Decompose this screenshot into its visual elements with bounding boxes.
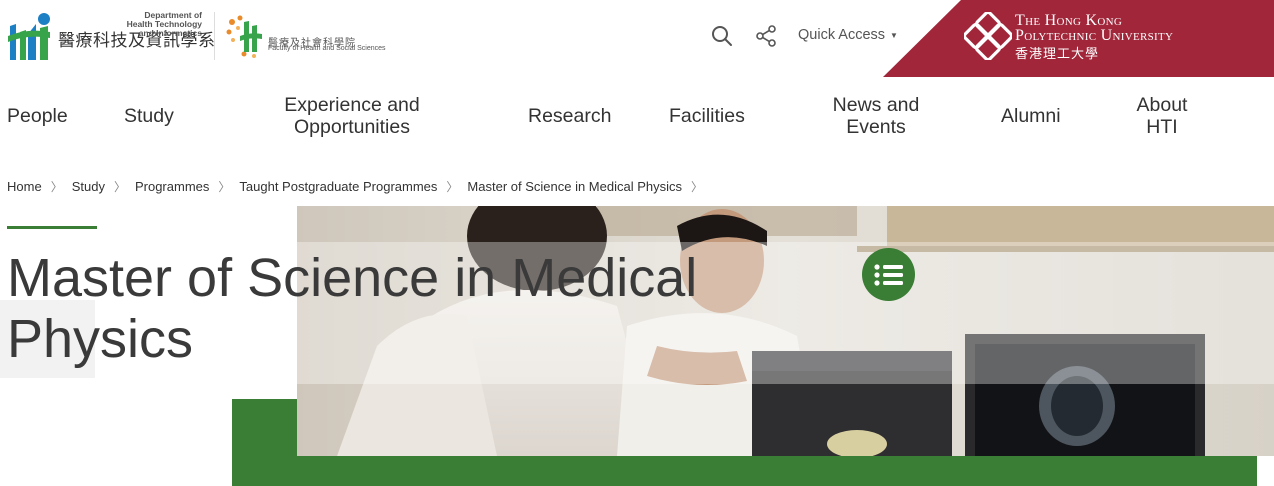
polyu-emblem-icon[interactable]	[964, 12, 1012, 60]
nav-item-alumni[interactable]: Alumni	[1001, 105, 1061, 127]
nav-item-study[interactable]: Study	[124, 105, 174, 127]
quick-access-menu[interactable]: Quick Access ▼	[798, 27, 898, 43]
logo-divider	[214, 12, 215, 60]
faculty-logo-icon[interactable]	[224, 12, 264, 60]
nav-item-research[interactable]: Research	[528, 105, 611, 127]
breadcrumb-study[interactable]: Study	[72, 179, 105, 194]
nav-item-news-and-events[interactable]: News and Events	[820, 94, 932, 138]
chevron-right-icon: 〉	[218, 180, 231, 194]
quick-access-label: Quick Access	[798, 27, 886, 43]
nav-item-people[interactable]: People	[7, 105, 68, 127]
nav-item-facilities[interactable]: Facilities	[669, 105, 745, 127]
breadcrumb-taught-postgraduate[interactable]: Taught Postgraduate Programmes	[239, 179, 437, 194]
breadcrumb-programmes[interactable]: Programmes	[135, 179, 209, 194]
faculty-name-english: Faculty of Health and Social Sciences	[268, 45, 386, 52]
breadcrumb: Home 〉 Study 〉 Programmes 〉 Taught Postg…	[7, 178, 712, 195]
page-title: Master of Science in Medical Physics	[7, 248, 698, 369]
caret-down-icon: ▼	[890, 30, 898, 40]
search-icon[interactable]	[711, 25, 733, 47]
chevron-right-icon: 〉	[113, 180, 126, 194]
list-icon	[873, 263, 903, 286]
university-name-chinese: 香港理工大學	[1015, 46, 1100, 61]
chevron-right-icon: 〉	[446, 180, 459, 194]
breadcrumb-current-page[interactable]: Master of Science in Medical Physics	[467, 179, 682, 194]
nav-item-about-hti[interactable]: About HTI	[1122, 94, 1202, 138]
hti-logo-icon[interactable]	[6, 10, 52, 62]
nav-item-experience-and-opportunities[interactable]: Experience and Opportunities	[276, 94, 428, 138]
share-icon[interactable]	[755, 25, 777, 47]
section-menu-button[interactable]	[862, 248, 915, 301]
department-name-english: Department of Health Technology and Info…	[126, 10, 202, 38]
chevron-right-icon: 〉	[691, 180, 704, 194]
chevron-right-icon: 〉	[50, 180, 63, 194]
breadcrumb-home[interactable]: Home	[7, 179, 42, 194]
title-accent-rule	[7, 226, 97, 229]
